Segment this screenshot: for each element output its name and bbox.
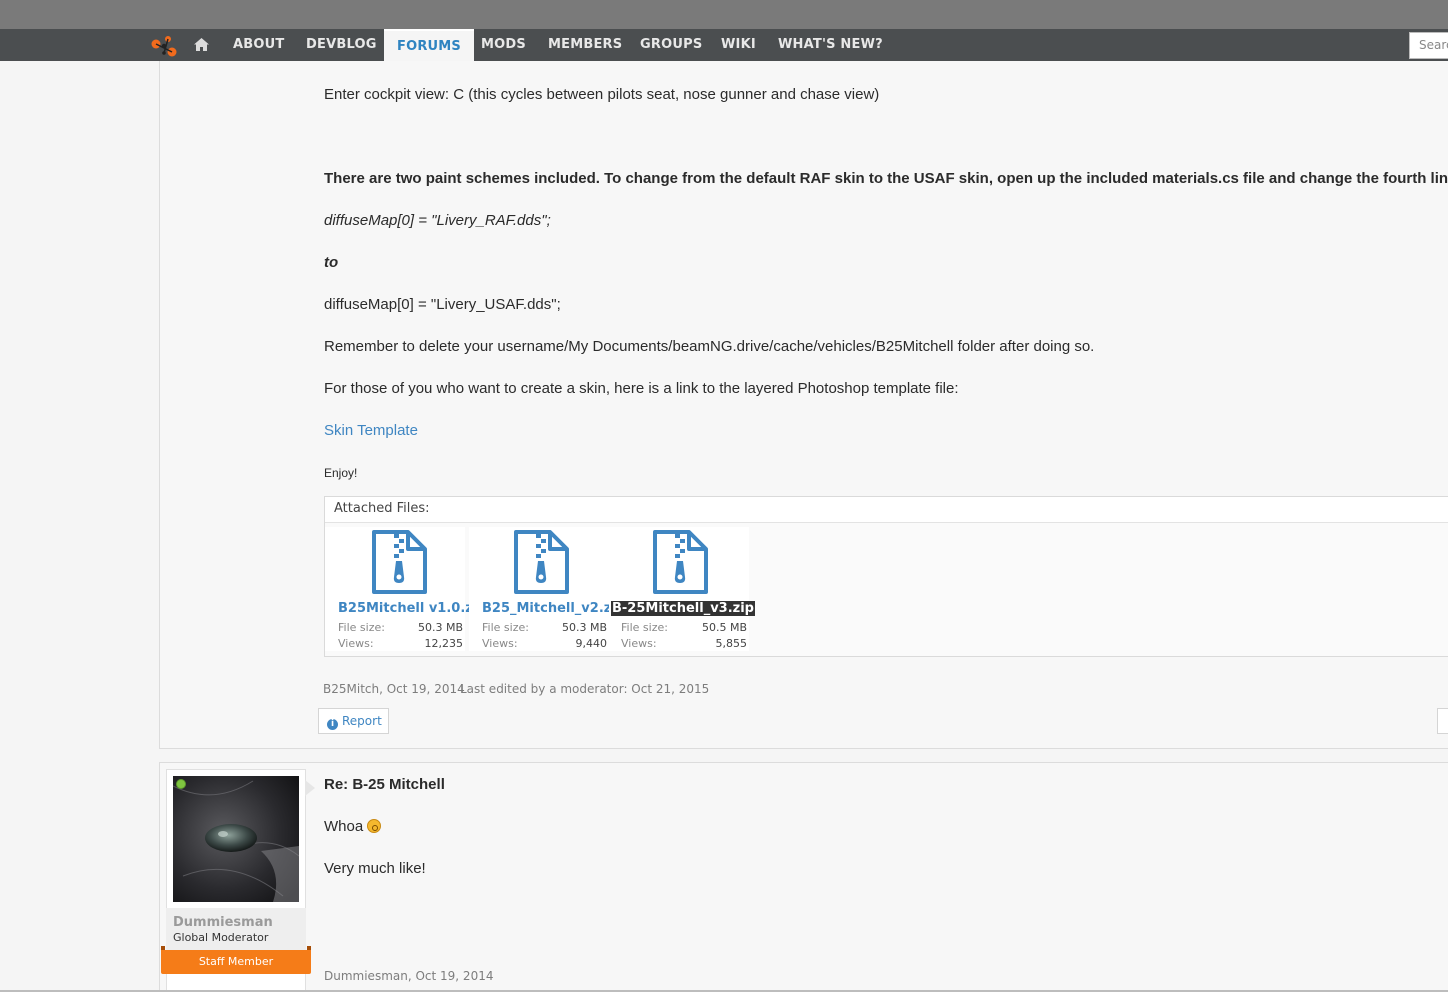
nav-whats-new[interactable]: WHAT'S NEW? [778,29,883,61]
views-label: Views: [621,637,657,650]
post-line-paint-schemes: There are two paint schemes included. To… [324,170,1448,187]
post-line-whoa-text: Whoa [324,818,364,835]
file-size-value: 50.3 MB [417,621,463,634]
attachment-filename[interactable]: B25_Mitchell_v2.zip [482,601,625,616]
attachment-item[interactable]: B25_Mitchell_v2.zip File size: 50.3 MB V… [469,527,625,651]
online-status-indicator [176,779,186,789]
attachment-filename-selected[interactable]: B-25Mitchell_v3.zip [611,601,755,616]
zip-file-icon[interactable] [512,529,570,595]
attachment-filename[interactable]: B25Mitchell v1.0.zip [338,601,487,616]
post-line-remember: Remember to delete your username/My Docu… [324,338,1095,355]
user-title: Global Moderator [173,931,269,944]
zip-file-icon[interactable] [370,529,428,595]
surprised-smiley-icon [367,819,382,833]
file-size-label: File size: [621,621,668,634]
username[interactable]: Dummiesman [173,915,273,930]
nav-members[interactable]: MEMBERS [548,29,622,61]
code-line-raf: diffuseMap[0] = "Livery_RAF.dds"; [324,212,551,229]
left-gutter [0,61,146,992]
home-icon[interactable] [193,36,210,53]
search-input[interactable]: Search... [1409,32,1448,59]
views-value: 9,440 [575,637,608,650]
views-value: 5,855 [715,637,748,650]
attached-files-box: Attached Files: B25Mitchell v1.0.zip Fil… [324,496,1448,657]
nav-wiki[interactable]: WIKI [721,29,756,61]
post-action-button[interactable] [1437,708,1448,734]
views-label: Views: [482,637,518,650]
post-container [159,762,1448,992]
post-line-to: to [324,254,339,271]
attached-files-header: Attached Files: [325,497,1448,523]
message-bubble-arrow [305,780,315,796]
views-label: Views: [338,637,374,650]
post-line-like: Very much like! [324,860,426,877]
post-line-cockpit: Enter cockpit view: C (this cycles betwe… [324,86,880,103]
report-button[interactable]: i Report [318,708,389,734]
post-edited-note: Last edited by a moderator: Oct 21, 2015 [460,682,710,696]
post-line-whoa: Whoa [324,818,382,835]
nav-mods[interactable]: MODS [481,29,526,61]
attachment-item[interactable]: B25Mitchell v1.0.zip File size: 50.3 MB … [325,527,487,651]
post-line-enjoy: Enjoy! [324,466,358,480]
browser-top-band [0,0,1448,29]
info-icon: i [327,719,338,730]
nav-groups[interactable]: GROUPS [640,29,702,61]
code-line-usaf: diffuseMap[0] = "Livery_USAF.dds"; [324,296,561,313]
nav-forums[interactable]: FORUMS [384,29,474,62]
skin-template-link[interactable]: Skin Template [324,422,418,439]
views-value: 12,235 [424,637,464,650]
attachment-item[interactable]: B-25Mitchell_v3.zip File size: 50.5 MB V… [609,527,755,651]
report-label: Report [342,714,382,728]
post-author-date[interactable]: Dummiesman, Oct 19, 2014 [324,969,493,983]
staff-member-badge: Staff Member [161,946,311,974]
avatar[interactable] [173,776,299,902]
nav-devblog[interactable]: DEVBLOG [306,29,377,61]
beamng-logo-icon[interactable] [150,34,178,58]
file-size-label: File size: [338,621,385,634]
nav-about[interactable]: ABOUT [233,29,284,61]
post-line-skin-intro: For those of you who want to create a sk… [324,380,959,397]
file-size-value: 50.3 MB [561,621,607,634]
post-title: Re: B-25 Mitchell [324,776,445,793]
zip-file-icon[interactable] [651,529,709,595]
file-size-label: File size: [482,621,529,634]
post-author-date[interactable]: B25Mitch, Oct 19, 2014 [323,682,465,696]
file-size-value: 50.5 MB [701,621,747,634]
